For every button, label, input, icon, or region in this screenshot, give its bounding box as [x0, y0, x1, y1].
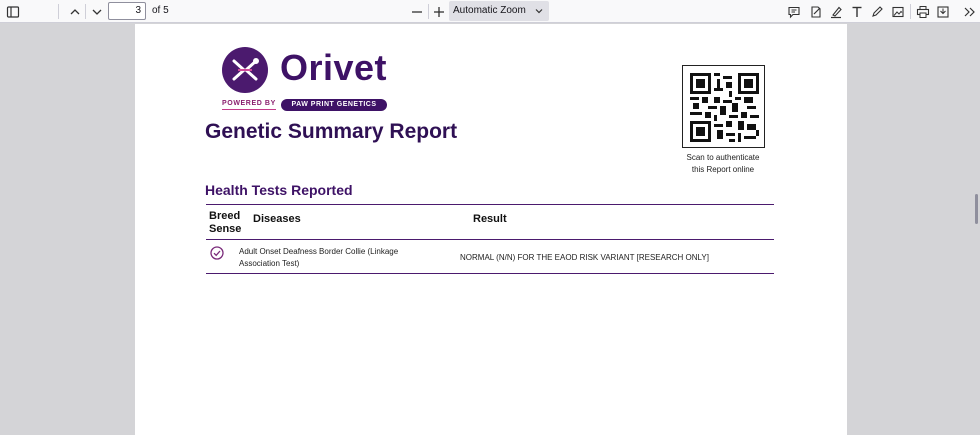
report-title: Genetic Summary Report [205, 120, 458, 143]
header-bottom-rule [206, 239, 774, 240]
table-bottom-rule [206, 273, 774, 274]
sidebar-toggle-icon[interactable] [4, 3, 21, 20]
partner-badge: PAW PRINT GENETICS [281, 99, 387, 111]
powered-by-underline [222, 109, 276, 110]
qr-caption-line: Scan to authenticate [686, 153, 760, 162]
image-icon[interactable] [889, 3, 906, 20]
powered-by-label: POWERED BY [222, 100, 276, 107]
pdf-page: Orivet POWERED BY PAW PRINT GENETICS Gen… [135, 24, 847, 435]
zoom-select-value: Automatic Zoom [453, 5, 526, 16]
disease-line: Adult Onset Deafness Border Collie (Link… [239, 247, 399, 256]
scrollbar-thumb[interactable] [975, 194, 978, 224]
print-icon[interactable] [914, 3, 931, 20]
zoom-select[interactable]: Automatic Zoom [449, 1, 549, 21]
section-title: Health Tests Reported [205, 182, 353, 198]
signature-icon[interactable] [807, 3, 824, 20]
pdf-toolbar: 3 of 5 Automatic Zoom [0, 0, 980, 23]
qr-caption: Scan to authenticate this Report online [662, 152, 784, 176]
highlight-icon[interactable] [827, 3, 844, 20]
page-count-label: of 5 [152, 5, 169, 16]
disease-line: Association Test) [239, 259, 300, 268]
toolbar-separator [58, 4, 59, 19]
toolbar-separator [85, 4, 86, 19]
qr-caption-line: this Report online [691, 165, 755, 174]
orivet-logo-icon [222, 47, 268, 93]
toolbar-separator [910, 4, 911, 19]
brand-wordmark: Orivet [280, 47, 388, 88]
column-header-diseases: Diseases [253, 213, 301, 225]
qr-code [682, 65, 765, 148]
check-circle-icon [210, 246, 224, 260]
text-tool-icon[interactable] [848, 3, 865, 20]
next-page-icon[interactable] [88, 3, 105, 20]
zoom-in-icon[interactable] [430, 3, 447, 20]
header-line: Breed [209, 210, 241, 222]
toolbar-separator [428, 4, 429, 19]
zoom-out-icon[interactable] [408, 3, 425, 20]
disease-cell: Adult Onset Deafness Border Collie (Link… [239, 246, 398, 270]
comment-icon[interactable] [785, 3, 802, 20]
column-header-breed-sense: Breed Sense [209, 210, 241, 236]
table-top-rule [206, 204, 774, 205]
previous-page-icon[interactable] [66, 3, 83, 20]
column-header-result: Result [473, 213, 507, 225]
more-tools-icon[interactable] [960, 3, 977, 20]
result-cell: NORMAL (N/N) FOR THE EAOD RISK VARIANT [… [460, 253, 709, 262]
save-icon[interactable] [934, 3, 951, 20]
header-line: Sense [209, 223, 242, 235]
draw-icon[interactable] [868, 3, 885, 20]
chevron-down-icon [535, 9, 543, 14]
page-number-input[interactable]: 3 [108, 2, 146, 20]
